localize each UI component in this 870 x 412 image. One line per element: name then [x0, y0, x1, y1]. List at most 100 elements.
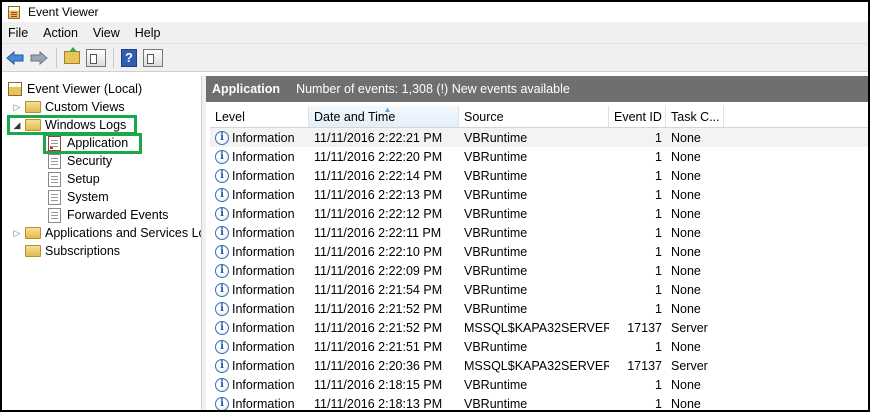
- cell-date-and-time: 11/11/2016 2:22:12 PM: [314, 206, 443, 221]
- column-header-task-category[interactable]: Task C...: [666, 106, 724, 127]
- information-icon: i: [215, 149, 229, 164]
- menu-view[interactable]: View: [93, 26, 120, 40]
- cell-source: VBRuntime: [464, 244, 528, 259]
- cell-source: VBRuntime: [464, 301, 528, 316]
- table-row[interactable]: i Information 11/11/2016 2:21:52 PM MSSQL$K…: [210, 318, 868, 337]
- expand-arrow-icon[interactable]: ▷: [12, 102, 22, 112]
- cell-event-id: 1: [655, 225, 662, 240]
- cell-level: i Information: [210, 242, 309, 261]
- cell-level: i Information: [210, 185, 309, 204]
- cell-event-id: 1: [655, 149, 662, 164]
- cell-date-and-time: 11/11/2016 2:21:51 PM: [314, 339, 443, 354]
- expand-arrow-icon[interactable]: ▷: [12, 228, 22, 238]
- tree-item-applications-and-services[interactable]: ▷ Applications and Services Lo: [12, 224, 201, 242]
- column-header-level[interactable]: Level: [210, 106, 309, 127]
- table-row[interactable]: i Information 11/11/2016 2:22:12 PM VBRunti…: [210, 204, 868, 223]
- cell-task-category: None: [671, 339, 701, 354]
- cell-source: VBRuntime: [464, 225, 528, 240]
- log-content-pane: Application Number of events: 1,308 (!) …: [206, 76, 868, 410]
- cell-source: VBRuntime: [464, 149, 528, 164]
- console-tree: Event Viewer (Local) ▷ Custom Views ◢ Wi…: [2, 76, 202, 410]
- cell-event-id: 1: [655, 244, 662, 259]
- cell-task-category: None: [671, 149, 701, 164]
- menu-help[interactable]: Help: [135, 26, 161, 40]
- cell-source: VBRuntime: [464, 187, 528, 202]
- column-header-date-and-time[interactable]: ▲ Date and Time: [309, 106, 459, 127]
- show-hide-action-pane-icon[interactable]: [142, 47, 164, 69]
- content-title: Application: [212, 82, 281, 96]
- cell-task-category: None: [671, 206, 701, 221]
- cell-task-category: None: [671, 282, 701, 297]
- table-row[interactable]: i Information 11/11/2016 2:22:20 PM VBRunti…: [210, 147, 868, 166]
- table-row[interactable]: i Information 11/11/2016 2:22:14 PM VBRunti…: [210, 166, 868, 185]
- cell-source: VBRuntime: [464, 339, 528, 354]
- cell-event-id: 1: [655, 396, 662, 411]
- tree-item-event-viewer-local[interactable]: Event Viewer (Local): [8, 80, 142, 98]
- table-row[interactable]: i Information 11/11/2016 2:22:13 PM VBRunti…: [210, 185, 868, 204]
- column-header-event-id[interactable]: Event ID: [609, 106, 666, 127]
- menu-file[interactable]: File: [8, 26, 28, 40]
- tree-item-setup[interactable]: Setup: [48, 170, 100, 188]
- forward-arrow-icon[interactable]: [28, 47, 50, 69]
- event-viewer-icon: [8, 5, 20, 19]
- cell-date-and-time: 11/11/2016 2:21:54 PM: [314, 282, 443, 297]
- folder-icon: [25, 101, 41, 113]
- cell-level: i Information: [210, 223, 309, 242]
- table-row[interactable]: i Information 11/11/2016 2:21:52 PM VBRunti…: [210, 299, 868, 318]
- cell-date-and-time: 11/11/2016 2:22:11 PM: [314, 225, 442, 240]
- toolbar: ?: [2, 44, 868, 72]
- cell-event-id: 17137: [627, 320, 662, 335]
- information-icon: i: [215, 168, 229, 183]
- tree-item-forwarded-events[interactable]: Forwarded Events: [48, 206, 168, 224]
- information-icon: i: [215, 225, 229, 240]
- table-row[interactable]: i Information 11/11/2016 2:22:11 PM VBRunti…: [210, 223, 868, 242]
- information-icon: i: [215, 396, 229, 410]
- tree-item-subscriptions[interactable]: Subscriptions: [25, 242, 120, 260]
- table-row[interactable]: i Information 11/11/2016 2:20:36 PM MSSQL$K…: [210, 356, 868, 375]
- event-count-text: Number of events: 1,308 (!) New events a…: [296, 82, 570, 96]
- cell-task-category: None: [671, 263, 701, 278]
- table-row[interactable]: i Information 11/11/2016 2:21:54 PM VBRunti…: [210, 280, 868, 299]
- sort-indicator-icon: ▲: [383, 106, 392, 114]
- information-icon: i: [215, 320, 229, 335]
- cell-task-category: None: [671, 244, 701, 259]
- table-row[interactable]: i Information 11/11/2016 2:21:51 PM VBRunti…: [210, 337, 868, 356]
- log-icon: [48, 207, 61, 223]
- menu-bar: File Action View Help: [2, 22, 868, 44]
- folder-up-icon[interactable]: [61, 47, 83, 69]
- cell-date-and-time: 11/11/2016 2:22:14 PM: [314, 168, 443, 183]
- cell-level: i Information: [210, 147, 309, 166]
- cell-source: VBRuntime: [464, 377, 528, 392]
- cell-event-id: 1: [655, 206, 662, 221]
- cell-source: VBRuntime: [464, 130, 528, 145]
- information-icon: i: [215, 282, 229, 297]
- cell-level: i Information: [210, 299, 309, 318]
- menu-action[interactable]: Action: [43, 26, 78, 40]
- table-row[interactable]: i Information 11/11/2016 2:18:13 PM VBRunti…: [210, 394, 868, 410]
- events-table: Level ▲ Date and Time Source Event ID Ta…: [210, 106, 868, 410]
- table-row[interactable]: i Information 11/11/2016 2:22:21 PM VBRunti…: [210, 128, 868, 147]
- table-row[interactable]: i Information 11/11/2016 2:22:10 PM VBRunti…: [210, 242, 868, 261]
- title-bar: Event Viewer: [2, 2, 868, 22]
- show-hide-console-tree-icon[interactable]: [85, 47, 107, 69]
- cell-event-id: 1: [655, 301, 662, 316]
- table-row[interactable]: i Information 11/11/2016 2:22:09 PM VBRunti…: [210, 261, 868, 280]
- cell-level: i Information: [210, 394, 309, 410]
- log-icon: [48, 189, 61, 205]
- toolbar-separator: [113, 47, 114, 68]
- folder-icon: [25, 227, 41, 239]
- tree-item-custom-views[interactable]: ▷ Custom Views: [12, 98, 125, 116]
- content-header: Application Number of events: 1,308 (!) …: [206, 76, 868, 102]
- folder-icon: [25, 245, 41, 257]
- cell-level: i Information: [210, 375, 309, 394]
- tree-item-security[interactable]: Security: [48, 152, 112, 170]
- help-icon[interactable]: ?: [118, 47, 140, 69]
- back-arrow-icon[interactable]: [4, 47, 26, 69]
- cell-date-and-time: 11/11/2016 2:18:15 PM: [314, 377, 443, 392]
- cell-event-id: 1: [655, 339, 662, 354]
- cell-date-and-time: 11/11/2016 2:22:09 PM: [314, 263, 443, 278]
- table-row[interactable]: i Information 11/11/2016 2:18:15 PM VBRunti…: [210, 375, 868, 394]
- tree-item-system[interactable]: System: [48, 188, 109, 206]
- column-header-source[interactable]: Source: [459, 106, 609, 127]
- window-title: Event Viewer: [28, 5, 99, 19]
